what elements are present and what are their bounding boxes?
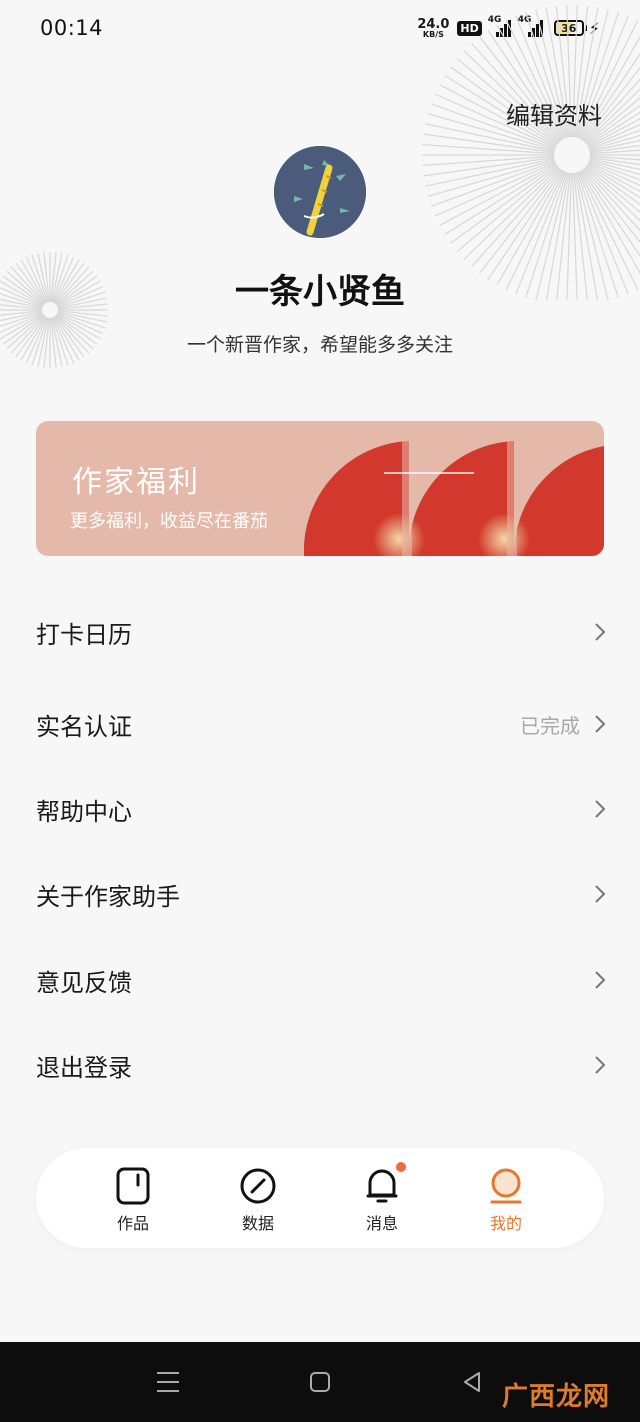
tab-messages[interactable]: 消息	[342, 1162, 422, 1234]
writer-benefits-banner[interactable]: 作家福利 更多福利，收益尽在番茄	[36, 421, 604, 556]
data-icon	[240, 1168, 276, 1204]
menu-item-label: 退出登录	[36, 1053, 132, 1082]
menu-item-feedback[interactable]: 意见反馈	[0, 945, 640, 1015]
chevron-right-icon	[595, 623, 606, 641]
edit-profile-link[interactable]: 编辑资料	[506, 96, 602, 131]
chevron-right-icon	[595, 971, 606, 989]
banner-decoration	[304, 441, 604, 556]
tab-label: 数据	[241, 1214, 274, 1233]
menu-item-real-name-verification[interactable]: 实名认证 已完成	[0, 689, 640, 759]
tab-data[interactable]: 数据	[218, 1166, 298, 1234]
works-icon	[116, 1167, 150, 1205]
watermark: 广西龙网	[501, 1382, 610, 1412]
menu-item-label: 关于作家助手	[36, 882, 180, 911]
banner-subtitle: 更多福利，收益尽在番茄	[70, 511, 268, 532]
profile-icon	[490, 1168, 522, 1204]
decorative-burst	[422, 5, 640, 300]
back-icon	[464, 1372, 480, 1392]
menu-item-label: 意见反馈	[36, 968, 132, 997]
home-icon	[310, 1372, 330, 1392]
menu-icon	[157, 1372, 179, 1392]
tab-label: 消息	[365, 1214, 398, 1233]
tab-mine[interactable]: 我的	[466, 1166, 546, 1234]
unread-badge	[396, 1162, 406, 1172]
bell-icon	[366, 1169, 398, 1203]
menu-item-status: 已完成	[520, 713, 580, 738]
avatar[interactable]	[274, 146, 366, 238]
chevron-right-icon	[595, 800, 606, 818]
tab-works[interactable]: 作品	[93, 1166, 173, 1234]
menu-button[interactable]	[148, 1342, 188, 1422]
menu-item-label: 打卡日历	[36, 620, 132, 649]
bottom-tab-bar: 作品 数据 消息 我的	[36, 1148, 604, 1248]
chevron-right-icon	[595, 885, 606, 903]
menu-item-logout[interactable]: 退出登录	[0, 1030, 640, 1100]
chevron-right-icon	[595, 715, 606, 733]
menu-item-help-center[interactable]: 帮助中心	[0, 774, 640, 844]
menu-item-checkin-calendar[interactable]: 打卡日历	[0, 597, 640, 667]
home-button[interactable]	[300, 1342, 340, 1422]
banner-title: 作家福利	[72, 465, 200, 500]
tab-label: 作品	[116, 1214, 149, 1233]
menu-item-label: 实名认证	[36, 712, 132, 741]
status-time: 00:14	[40, 16, 104, 40]
menu-item-label: 帮助中心	[36, 797, 132, 826]
menu-item-about[interactable]: 关于作家助手	[0, 859, 640, 929]
chevron-right-icon	[595, 1056, 606, 1074]
back-button[interactable]	[452, 1342, 492, 1422]
user-bio: 一个新晋作家，希望能多多关注	[186, 334, 453, 356]
username: 一条小贤鱼	[235, 272, 405, 312]
tab-label: 我的	[489, 1214, 522, 1233]
